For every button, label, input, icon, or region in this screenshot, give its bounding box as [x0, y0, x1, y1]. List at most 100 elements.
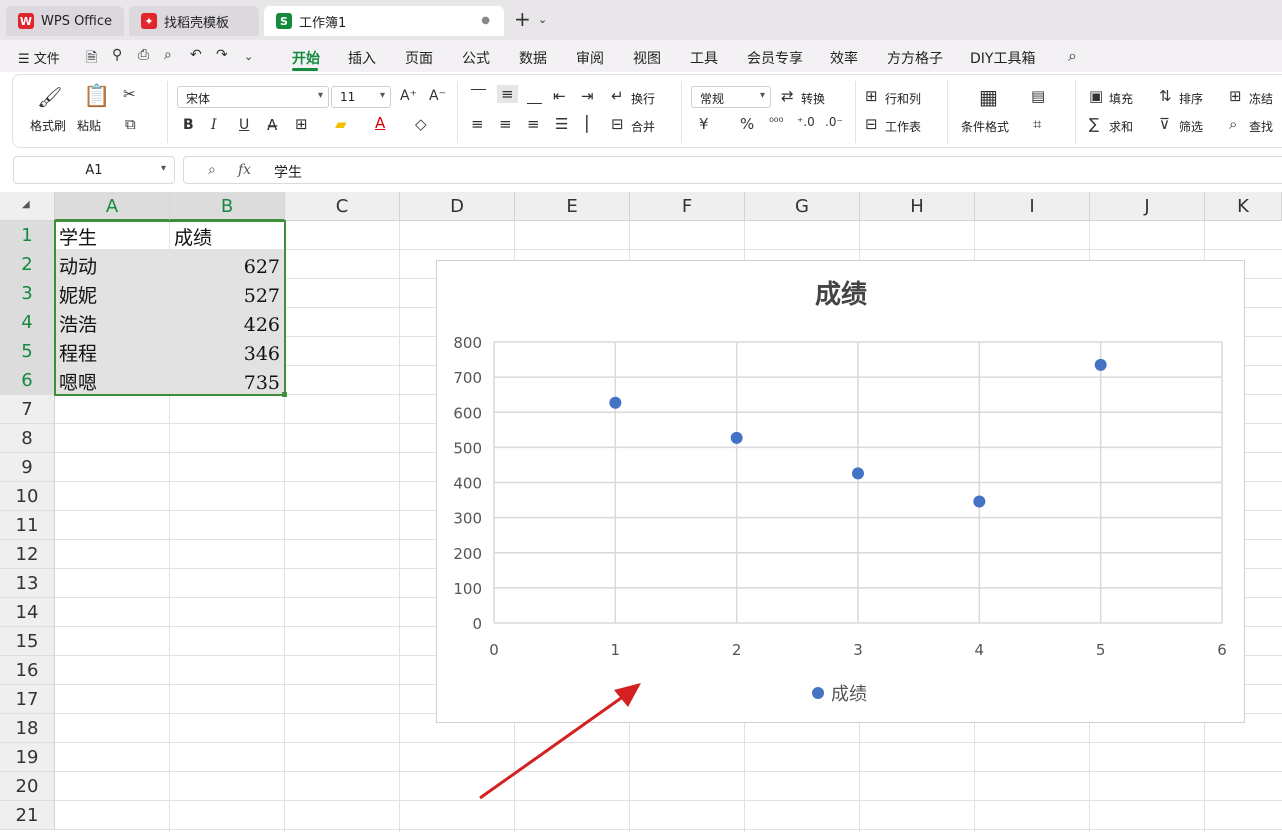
row-header-17[interactable]: 17 [0, 685, 55, 714]
align-center-icon[interactable]: ≡ [499, 115, 512, 133]
paste-icon[interactable]: 📋 [83, 84, 110, 109]
search-icon[interactable]: ⌕ [1068, 46, 1077, 66]
convert-icon[interactable]: ⇄ [781, 87, 794, 105]
menu-page[interactable]: 页面 [405, 48, 433, 68]
cell-style-icon[interactable]: ▤ [1031, 87, 1045, 105]
fill-button[interactable]: 填充 [1109, 90, 1133, 107]
chart-legend[interactable]: 成绩 [812, 684, 867, 705]
name-box[interactable]: A1 ▾ [13, 156, 175, 184]
chart-title[interactable]: 成绩 [815, 280, 867, 310]
number-format-select[interactable]: 常规 ▾ [691, 86, 771, 108]
row-header-10[interactable]: 10 [0, 482, 55, 511]
paste-button[interactable]: 粘贴 [77, 117, 101, 134]
font-name-select[interactable]: 宋体 ▾ [177, 86, 329, 108]
print-preview-icon[interactable]: ⌕ [164, 47, 172, 63]
border-icon[interactable]: ⊞ [295, 115, 308, 133]
sort-icon[interactable]: ⇅ [1159, 87, 1172, 105]
increase-decimal-icon[interactable]: ⁺.0 [797, 115, 815, 129]
column-header-k[interactable]: K [1205, 192, 1282, 221]
column-header-f[interactable]: F [630, 192, 745, 221]
row-header-6[interactable]: 6 [0, 366, 55, 395]
percent-button[interactable]: % [740, 115, 754, 133]
filter-icon[interactable]: ⊽ [1159, 115, 1170, 133]
fx-icon[interactable]: fx [238, 162, 251, 178]
italic-button[interactable]: I [211, 117, 217, 133]
chevron-down-icon[interactable]: ⌄ [538, 13, 547, 26]
currency-button[interactable]: ¥ [699, 115, 709, 133]
menu-insert[interactable]: 插入 [348, 48, 376, 68]
menu-member[interactable]: 会员专享 [747, 48, 803, 68]
wrap-text-icon[interactable]: ↵ [611, 87, 624, 105]
scatter-chart[interactable]: 成绩 0 100 200 300 400 500 600 700 800 0 1 2 3 4 5 6 成绩 [436, 260, 1245, 723]
zoom-icon[interactable]: ⌕ [208, 162, 216, 178]
menu-diy-toolbox[interactable]: DIY工具箱 [970, 48, 1035, 68]
row-header-3[interactable]: 3 [0, 279, 55, 308]
row-header-2[interactable]: 2 [0, 250, 55, 279]
menu-review[interactable]: 审阅 [576, 48, 604, 68]
format-painter-icon[interactable]: 🖌 [37, 85, 62, 109]
row-header-14[interactable]: 14 [0, 598, 55, 627]
row-header-5[interactable]: 5 [0, 337, 55, 366]
export-icon[interactable]: ⚲ [112, 47, 122, 63]
menu-fangfang[interactable]: 方方格子 [887, 48, 943, 68]
column-header-d[interactable]: D [400, 192, 515, 221]
row-header-11[interactable]: 11 [0, 511, 55, 540]
worksheet-icon[interactable]: ⊟ [865, 115, 878, 133]
copy-icon[interactable]: ⧉ [125, 115, 136, 133]
rows-cols-icon[interactable]: ⊞ [865, 87, 878, 105]
undo-icon[interactable]: ↶ [190, 47, 202, 63]
rows-cols-button[interactable]: 行和列 [885, 90, 921, 107]
row-header-7[interactable]: 7 [0, 395, 55, 424]
decrease-decimal-icon[interactable]: .0⁻ [825, 115, 843, 129]
convert-button[interactable]: 转换 [801, 90, 825, 107]
menu-view[interactable]: 视图 [633, 48, 661, 68]
column-header-i[interactable]: I [975, 192, 1090, 221]
column-header-j[interactable]: J [1090, 192, 1205, 221]
underline-button[interactable]: U [239, 117, 249, 133]
row-header-15[interactable]: 15 [0, 627, 55, 656]
select-all-corner[interactable]: ◢ [0, 192, 55, 221]
justify-icon[interactable]: ☰ [555, 115, 568, 133]
fill-color-icon[interactable]: ▰ [335, 115, 347, 133]
find-button[interactable]: 查找 [1249, 118, 1273, 135]
row-header-20[interactable]: 20 [0, 772, 55, 801]
cut-icon[interactable]: ✂ [123, 85, 136, 103]
increase-indent-icon[interactable]: ⇥ [581, 87, 594, 105]
sum-icon[interactable]: ∑ [1089, 115, 1099, 133]
filter-button[interactable]: 筛选 [1179, 118, 1203, 135]
conditional-format-icon[interactable]: ▦ [979, 85, 998, 109]
merge-button[interactable]: 合并 [631, 118, 655, 135]
sum-button[interactable]: 求和 [1109, 118, 1133, 135]
row-header-4[interactable]: 4 [0, 308, 55, 337]
increase-font-icon[interactable]: A⁺ [400, 88, 417, 104]
align-right-icon[interactable]: ≡ [527, 115, 540, 133]
merge-icon[interactable]: ⊟ [611, 115, 624, 133]
menu-data[interactable]: 数据 [519, 48, 547, 68]
font-color-icon[interactable]: A [375, 114, 385, 132]
align-bottom-icon[interactable]: ⎽ [527, 87, 542, 105]
chevron-down-icon[interactable]: ⌄ [244, 50, 253, 63]
freeze-button[interactable]: 冻结 [1249, 90, 1273, 107]
column-header-e[interactable]: E [515, 192, 630, 221]
file-menu[interactable]: ☰ 文件 [18, 48, 60, 67]
menu-home[interactable]: 开始 [292, 48, 320, 68]
bold-button[interactable]: B [183, 117, 194, 133]
wrap-text-button[interactable]: 换行 [631, 90, 655, 107]
worksheet-button[interactable]: 工作表 [885, 118, 921, 135]
column-header-g[interactable]: G [745, 192, 860, 221]
table-style-icon[interactable]: ⌗ [1033, 115, 1041, 133]
row-header-19[interactable]: 19 [0, 743, 55, 772]
tab-workbook[interactable]: S 工作簿1 ● [264, 6, 504, 36]
formula-bar[interactable]: ⌕ fx 学生 [183, 156, 1282, 184]
menu-tools[interactable]: 工具 [690, 48, 718, 68]
row-header-16[interactable]: 16 [0, 656, 55, 685]
font-size-select[interactable]: 11 ▾ [331, 86, 391, 108]
align-middle-icon[interactable]: ≡ [497, 85, 518, 103]
redo-icon[interactable]: ↷ [216, 47, 228, 63]
print-icon[interactable]: ⎙ [138, 47, 149, 63]
menu-formula[interactable]: 公式 [462, 48, 490, 68]
tab-templates[interactable]: ✦ 找稻壳模板 [129, 6, 259, 36]
fill-handle[interactable] [282, 392, 287, 397]
decrease-indent-icon[interactable]: ⇤ [553, 87, 566, 105]
save-icon[interactable]: 🗎 [86, 47, 97, 71]
